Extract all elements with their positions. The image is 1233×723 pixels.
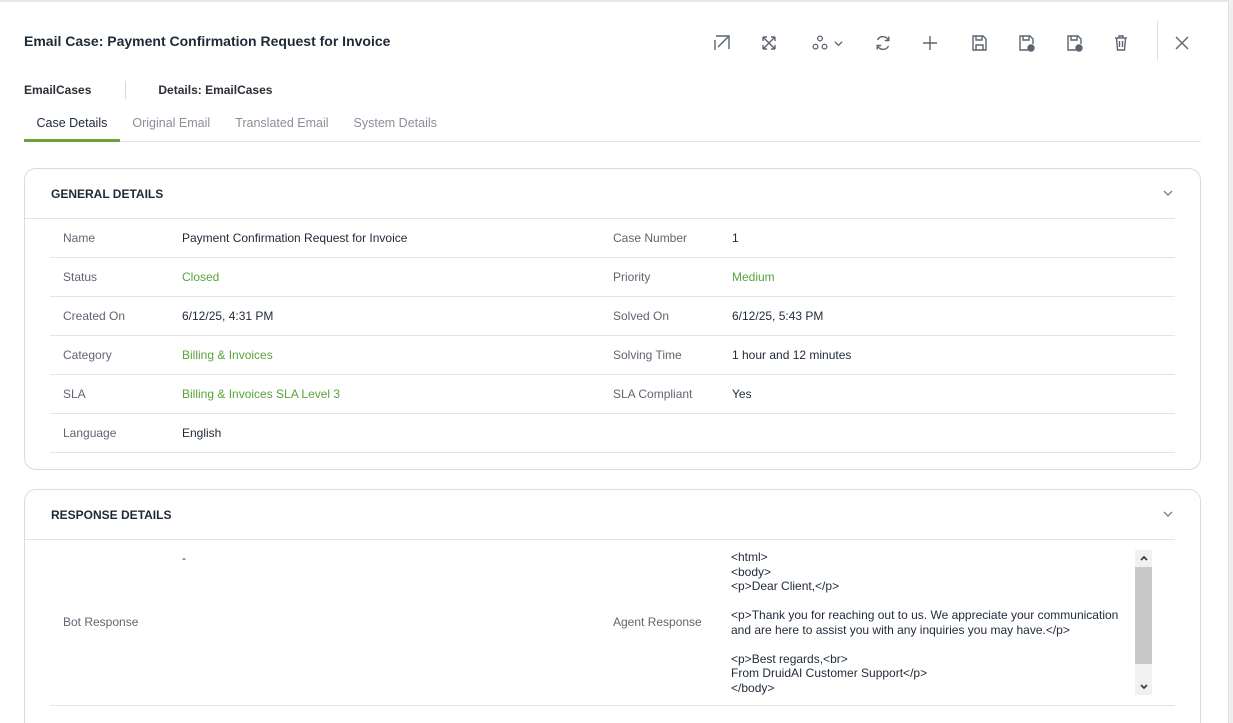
detail-row-language: Language English [50,414,1175,453]
field-label: Category [63,348,112,362]
collapse-button[interactable] [1161,186,1175,200]
chevron-down-icon [833,40,843,46]
field-value-solved-on: 6/12/25, 5:43 PM [732,309,824,323]
scroll-up-button[interactable] [1135,550,1152,566]
fullscreen-icon [762,36,776,50]
detail-row-sla: SLA Billing & Invoices SLA Level 3 SLA C… [50,375,1175,414]
tab-bar: Case Details Original Email Translated E… [24,110,1201,142]
field-label: Priority [613,270,651,284]
response-details-title: RESPONSE DETAILS [51,507,172,522]
category-link[interactable]: Billing & Invoices [182,348,273,362]
response-details-card: RESPONSE DETAILS Bot Response - Agent Re… [24,489,1201,723]
add-button[interactable] [917,30,943,56]
save-and-new-button[interactable] [1013,30,1039,56]
field-label: SLA [63,387,86,401]
save-icon [972,35,987,51]
field-value-priority: Medium [732,270,775,284]
field-value-language: English [182,426,222,440]
general-details-rows: Name Payment Confirmation Request for In… [50,219,1175,453]
breadcrumb: EmailCases Details: EmailCases [24,81,272,99]
response-row: Bot Response - Agent Response <html> <bo… [50,540,1175,706]
add-icon [923,36,937,50]
delete-button[interactable] [1108,30,1134,56]
save-and-close-button[interactable] [1061,30,1087,56]
fullscreen-button[interactable] [756,30,782,56]
tab-case-details[interactable]: Case Details [24,110,120,142]
detail-row-name: Name Payment Confirmation Request for In… [50,219,1175,258]
field-label: Solving Time [613,348,682,362]
agent-response-scrollbar[interactable] [1135,550,1152,695]
save-button[interactable] [966,30,992,56]
field-value-created-on: 6/12/25, 4:31 PM [182,309,274,323]
field-label: Solved On [613,309,670,323]
field-label: Language [63,426,117,440]
general-details-card: GENERAL DETAILS Name Payment Confirmatio… [24,168,1201,470]
chevron-up-icon [1139,555,1148,561]
field-label: SLA Compliant [613,387,693,401]
open-external-button[interactable] [709,30,735,56]
close-button[interactable] [1169,30,1195,56]
general-details-header[interactable]: GENERAL DETAILS [25,169,1175,219]
open-external-icon [714,35,730,50]
top-border [0,0,1233,2]
detail-row-created-on: Created On 6/12/25, 4:31 PM Solved On 6/… [50,297,1175,336]
sla-link[interactable]: Billing & Invoices SLA Level 3 [182,387,340,401]
tab-original-email[interactable]: Original Email [120,110,223,141]
field-label: Case Number [613,231,688,245]
page-scrollbar[interactable] [1228,0,1233,723]
detail-row-status: Status Closed Priority Medium [50,258,1175,297]
save-and-new-icon [1019,35,1035,52]
field-label: Status [63,270,98,284]
field-label: Created On [63,309,126,323]
chevron-down-icon [1163,511,1173,517]
field-value-status: Closed [182,270,220,284]
breadcrumb-root[interactable]: EmailCases [24,83,91,97]
bot-response-label: Bot Response [63,615,139,629]
tab-system-details[interactable]: System Details [341,110,449,141]
field-value-case-number: 1 [732,231,739,245]
toolbar-divider [1157,21,1158,61]
tab-translated-email[interactable]: Translated Email [223,110,341,141]
agent-response-text: <html> <body> <p>Dear Client,</p> <p>Tha… [731,550,1119,695]
delete-icon [1115,35,1127,51]
close-icon [1175,36,1189,50]
save-and-close-icon [1067,35,1083,52]
refresh-button[interactable] [870,30,896,56]
response-details-header[interactable]: RESPONSE DETAILS [25,490,1175,540]
field-label: Name [63,231,96,245]
collapse-button[interactable] [1161,507,1175,521]
breadcrumb-separator [125,81,127,99]
general-details-title: GENERAL DETAILS [51,186,164,201]
workflow-icon [812,35,827,50]
workflow-dropdown-button[interactable] [806,30,848,56]
chevron-down-icon [1139,684,1148,690]
scrollbar-thumb[interactable] [1135,567,1152,664]
detail-row-category: Category Billing & Invoices Solving Time… [50,336,1175,375]
refresh-icon [876,35,890,51]
agent-response-label: Agent Response [613,615,702,629]
scroll-down-button[interactable] [1135,679,1152,695]
field-value-name: Payment Confirmation Request for Invoice [182,231,408,245]
bot-response-value: - [182,551,186,565]
field-value-solving-time: 1 hour and 12 minutes [732,348,852,362]
field-value-sla-compliant: Yes [732,387,752,401]
page-title: Email Case: Payment Confirmation Request… [24,33,391,49]
agent-response-box[interactable]: <html> <body> <p>Dear Client,</p> <p>Tha… [731,550,1151,695]
breadcrumb-current: Details: EmailCases [158,83,273,97]
chevron-down-icon [1163,190,1173,196]
